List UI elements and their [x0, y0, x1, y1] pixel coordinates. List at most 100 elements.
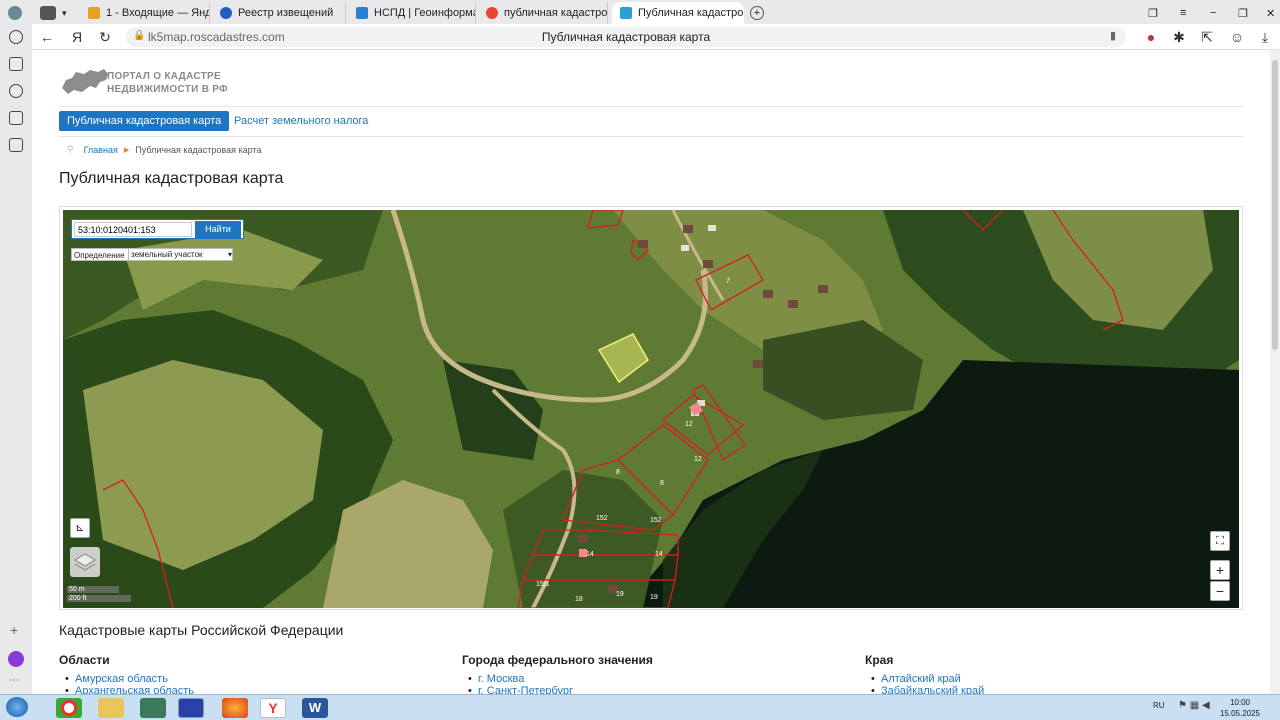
bookmark-icon[interactable]: ▮	[1110, 29, 1116, 42]
minimize-icon[interactable]: −	[1202, 2, 1222, 24]
extensions-icon[interactable]: ✱	[1170, 28, 1188, 46]
page-scrollbar[interactable]	[1270, 50, 1280, 694]
location-pin-icon: ⚲	[67, 144, 74, 154]
word-icon[interactable]: W	[302, 698, 328, 718]
app-icon[interactable]	[140, 698, 166, 718]
parcel-label[interactable]: 19	[650, 594, 658, 601]
parcel-label[interactable]: 152	[596, 515, 608, 522]
parcel-label[interactable]: 7	[726, 278, 730, 285]
parcel-label[interactable]: 14	[655, 551, 663, 558]
cadastre-icon	[620, 7, 632, 19]
more-icon[interactable]: ⋯	[9, 675, 19, 686]
browser-tabbar: ▾ 1 - Входящие — Яндекс П Реестр извещен…	[0, 0, 1280, 24]
play-icon[interactable]	[9, 84, 23, 98]
yandex-browser-icon[interactable]: Y	[260, 698, 286, 718]
save-app-icon[interactable]	[178, 698, 204, 718]
maximize-icon[interactable]: ❐	[1230, 2, 1250, 24]
parcel-label[interactable]: 152	[650, 517, 662, 524]
definition-select[interactable]: земельный участок ▾	[128, 249, 234, 260]
extension-icon[interactable]: ●	[1142, 28, 1160, 46]
city-link[interactable]: г. Санкт-Петербург	[468, 685, 573, 694]
s-app-icon[interactable]	[9, 111, 23, 125]
back-icon[interactable]: ←	[38, 28, 56, 46]
yandex-icon[interactable]: Я	[68, 28, 86, 46]
parcel-label[interactable]: 14	[586, 551, 594, 558]
definition-label: Определение	[74, 251, 125, 260]
firefox-icon[interactable]	[222, 698, 248, 718]
satellite-imagery	[63, 210, 1239, 608]
divider	[59, 106, 1243, 107]
map-frame: 7 12 12 8 8 152 152 14 14 15/1 18 19 19 …	[59, 206, 1243, 610]
breadcrumb: ⚲ Главная ▶ Публичная кадастровая карта	[67, 144, 261, 155]
share-icon[interactable]: ⇱	[1198, 28, 1216, 46]
parcel-label[interactable]: 12	[685, 421, 693, 428]
cadastral-number-input[interactable]	[74, 222, 192, 237]
tab-yandex-search[interactable]: публичная кадастровая	[478, 2, 608, 24]
chrome-icon[interactable]	[56, 698, 82, 718]
explorer-icon[interactable]	[98, 698, 124, 718]
fullscreen-icon[interactable]: ⛶	[1210, 531, 1230, 551]
cadastral-map[interactable]: 7 12 12 8 8 152 152 14 14 15/1 18 19 19 …	[63, 210, 1239, 608]
parcel-label[interactable]: 15/1	[536, 581, 550, 588]
map-search-bar: Найти	[71, 219, 244, 239]
krai-link[interactable]: Алтайский край	[871, 673, 961, 685]
breadcrumb-arrow-icon: ▶	[123, 146, 130, 154]
city-link[interactable]: г. Москва	[468, 673, 524, 685]
parcel-label[interactable]: 19	[616, 591, 624, 598]
map-scale: 50 m 200 ft	[67, 586, 131, 608]
alice-icon[interactable]	[8, 651, 24, 667]
parcel-label[interactable]: 18	[575, 596, 583, 603]
menu-icon[interactable]: ≡	[1172, 2, 1192, 24]
downloads-icon[interactable]: ⤓	[1256, 28, 1274, 46]
start-button[interactable]	[6, 697, 28, 717]
close-window-icon[interactable]: ✕	[1258, 2, 1278, 24]
russia-map-logo-icon	[62, 69, 108, 94]
tab-mail[interactable]: 1 - Входящие — Яндекс П	[80, 2, 210, 24]
gallery-icon[interactable]	[9, 138, 23, 152]
url-field[interactable]: 🔒 lk5map.roscadastres.com Публичная када…	[126, 27, 1126, 47]
layers-icon[interactable]	[70, 547, 100, 577]
column-title-krais: Края	[865, 653, 894, 667]
parcel-label[interactable]: 8	[660, 480, 664, 487]
collections-icon[interactable]: ❐	[1140, 2, 1160, 24]
divider	[59, 136, 1243, 137]
new-tab-button[interactable]: +	[748, 2, 766, 24]
zoom-in-button[interactable]: +	[1210, 560, 1230, 580]
clock[interactable]: 10:00 15.05.2025	[1220, 697, 1260, 719]
measure-ruler-icon[interactable]: ⊾	[70, 518, 90, 538]
history-icon[interactable]	[9, 30, 23, 44]
nspd-icon	[356, 7, 368, 19]
krai-link[interactable]: Забайкальский край	[871, 685, 984, 694]
region-link[interactable]: Архангельская область	[65, 685, 194, 694]
tab-nspd[interactable]: НСПД | Геоинформацио	[348, 2, 476, 24]
breadcrumb-home-link[interactable]: Главная	[84, 145, 118, 155]
nav-tab-land-tax[interactable]: Расчет земельного налога	[234, 111, 368, 131]
notes-icon[interactable]	[9, 57, 23, 71]
profile-icon[interactable]: ☺	[1228, 28, 1246, 46]
language-indicator[interactable]: RU	[1153, 701, 1165, 710]
breadcrumb-current: Публичная кадастровая карта	[135, 144, 262, 155]
catalog-heading: Кадастровые карты Российской Федерации	[59, 622, 344, 638]
mail-icon	[88, 7, 100, 19]
parcel-label[interactable]: 8	[616, 469, 620, 476]
tab-registry[interactable]: Реестр извещений	[212, 2, 346, 24]
taskbar: Y W RU ⚑ ▦ ◀ 10:00 15.05.2025	[0, 694, 1280, 720]
zoom-out-button[interactable]: −	[1210, 581, 1230, 601]
tab-switcher-icon[interactable]: ▾	[32, 2, 76, 24]
page-title: Публичная кадастровая карта	[59, 170, 284, 187]
site-logo-text[interactable]: ПОРТАЛ О КАДАСТРЕ НЕДВИЖИМОСТИ В РФ	[107, 70, 228, 96]
add-sidebar-icon[interactable]: +	[10, 622, 18, 638]
definition-control: Определение земельный участок ▾	[71, 248, 233, 261]
reload-icon[interactable]: ↻	[96, 28, 114, 46]
yandex-search-icon	[486, 7, 498, 19]
region-link[interactable]: Амурская область	[65, 673, 168, 685]
tab-cadastre[interactable]: Публичная кадастрова✕	[612, 2, 744, 24]
nav-tab-cadastral-map[interactable]: Публичная кадастровая карта	[59, 111, 230, 131]
scrollbar-thumb[interactable]	[1272, 60, 1278, 350]
browser-menu-icon[interactable]	[0, 2, 30, 24]
find-button[interactable]: Найти	[195, 221, 241, 238]
parcel-label[interactable]: 12	[694, 456, 702, 463]
tray-icons[interactable]: ⚑ ▦ ◀	[1178, 700, 1210, 711]
address-bar: ← Я ↻ 🔒 lk5map.roscadastres.com Публична…	[32, 24, 1280, 50]
chevron-down-icon: ▾	[227, 250, 232, 259]
